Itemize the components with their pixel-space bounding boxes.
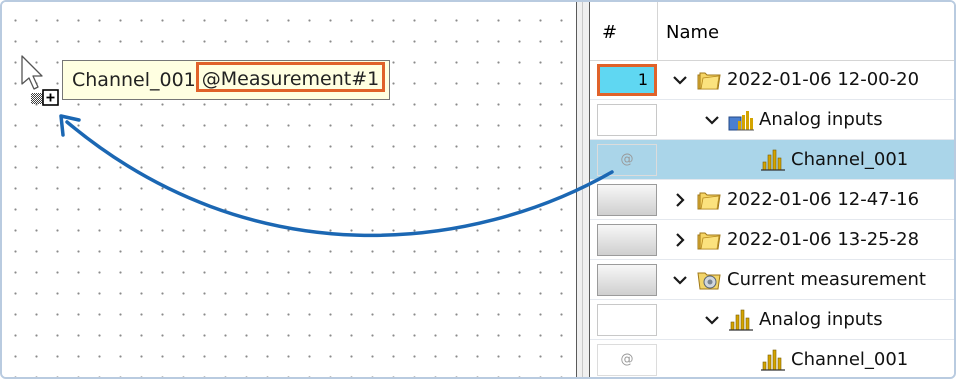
folder-icon (696, 67, 722, 93)
tree-row[interactable]: @ Channel_001 (590, 140, 954, 180)
folder-icon (696, 227, 722, 253)
current-measurement-icon (696, 267, 722, 293)
channel-icon (760, 147, 786, 173)
measurement-index-cell[interactable]: @ (597, 144, 657, 176)
tree-item-label: 2022-01-06 12-00-20 (727, 69, 920, 90)
measurement-index-cell[interactable] (597, 184, 657, 216)
channel-icon (728, 307, 754, 333)
tree-item-label: Analog inputs (759, 309, 883, 330)
tree-item-label: Channel_001 (791, 149, 909, 170)
measurement-index-cell[interactable] (597, 224, 657, 256)
tooltip-channel-name: Channel_001 (72, 69, 196, 91)
panel-splitter[interactable] (576, 2, 590, 377)
chevron-right-icon[interactable] (672, 232, 688, 248)
tree-item-label: Analog inputs (759, 109, 883, 130)
measurement-index-cell[interactable]: 1 (597, 64, 657, 96)
name-column-header[interactable]: Name (666, 2, 719, 64)
tree-row[interactable]: 2022-01-06 13-25-28 (590, 220, 954, 260)
index-column-header[interactable]: # (590, 2, 658, 60)
drag-copy-cursor-icon (21, 55, 59, 106)
chevron-right-icon[interactable] (672, 192, 688, 208)
tree-header: # Name (590, 2, 954, 64)
tree-row[interactable]: 2022-01-06 12-47-16 (590, 180, 954, 220)
tree-row[interactable]: 1 2022-01-06 12-00-20 (590, 60, 954, 100)
drop-tooltip: Channel_001 @Measurement#1 (62, 60, 390, 100)
tree-item-label: Channel_001 (791, 349, 909, 370)
chevron-down-icon[interactable] (704, 312, 720, 328)
measurement-index-cell[interactable] (597, 264, 657, 296)
chevron-down-icon[interactable] (672, 272, 688, 288)
application-window: Channel_001 @Measurement#1 # Name 1 2022-0… (0, 0, 956, 379)
tree-item-label: 2022-01-06 12-47-16 (727, 189, 920, 210)
measurement-index-cell[interactable] (597, 104, 657, 136)
chevron-down-icon[interactable] (672, 72, 688, 88)
channel-icon (760, 347, 786, 373)
design-canvas[interactable]: Channel_001 @Measurement#1 (2, 2, 576, 377)
tree-item-label: 2022-01-06 13-25-28 (727, 229, 920, 250)
analog-inputs-group-icon (728, 107, 754, 133)
tree-row[interactable]: Analog inputs (590, 100, 954, 140)
chevron-down-icon[interactable] (704, 112, 720, 128)
tooltip-measurement-reference: @Measurement#1 (195, 62, 386, 92)
tree-row[interactable]: Analog inputs (590, 300, 954, 340)
measurement-index-cell[interactable]: @ (597, 344, 657, 376)
tree-row[interactable]: Current measurement (590, 260, 954, 300)
tree-row[interactable]: @ Channel_001 (590, 340, 954, 377)
folder-icon (696, 187, 722, 213)
channel-tree-panel: # Name 1 2022-01-06 12-00-20 Analog inputs… (590, 2, 954, 377)
tree-item-label: Current measurement (727, 269, 926, 290)
measurement-index-cell[interactable] (597, 304, 657, 336)
